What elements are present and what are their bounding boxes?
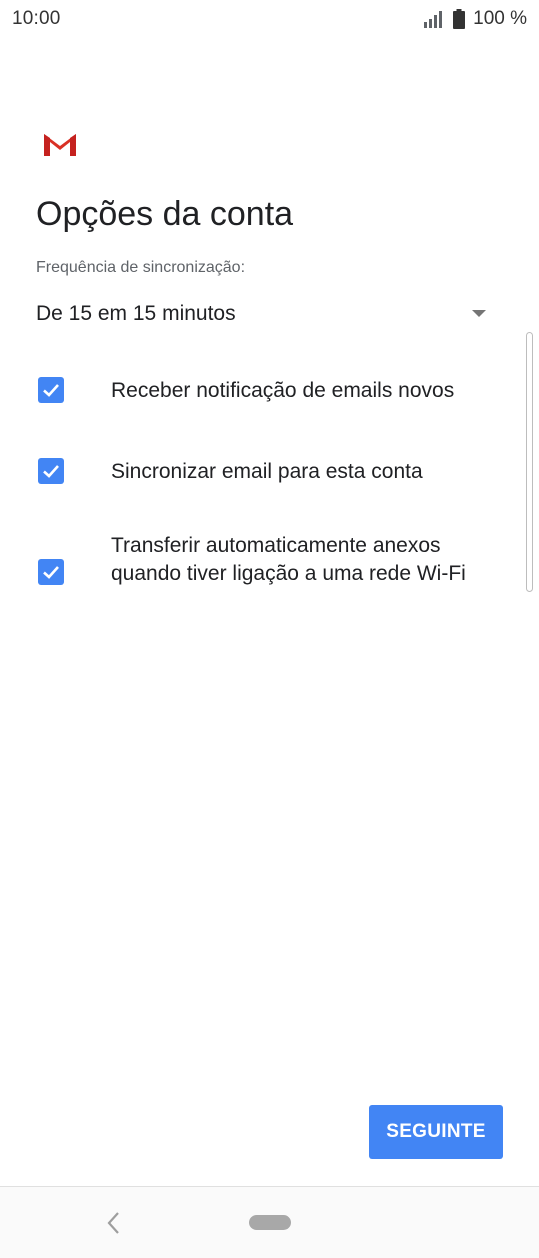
page-title: Opções da conta [36, 195, 294, 233]
sync-frequency-dropdown[interactable]: De 15 em 15 minutos [36, 296, 496, 336]
download-attachments-checkbox[interactable] [38, 559, 64, 585]
status-indicators: 100 % [423, 7, 527, 31]
checkmark-icon [43, 465, 59, 478]
checkmark-icon [43, 566, 59, 579]
sync-email-checkbox[interactable] [38, 458, 64, 484]
sync-email-label: Sincronizar email para esta conta [111, 460, 423, 483]
notify-new-emails-label: Receber notificação de emails novos [111, 379, 455, 402]
option-notify-new-emails[interactable]: Receber notificação de emails novos [36, 377, 506, 405]
battery-icon [453, 9, 466, 29]
checkmark-icon [43, 384, 59, 397]
battery-percentage: 100 % [473, 8, 527, 29]
status-bar: 10:00 100 % [0, 0, 539, 38]
dropdown-arrow-icon [472, 310, 486, 317]
sync-frequency-value: De 15 em 15 minutos [36, 302, 236, 325]
navigation-bar [0, 1186, 539, 1258]
back-icon[interactable] [104, 1209, 122, 1237]
next-button[interactable]: SEGUINTE [369, 1105, 503, 1159]
screen: 10:00 100 % Opções da conta Frequência d… [0, 0, 539, 1258]
status-time: 10:00 [12, 8, 61, 29]
notify-new-emails-checkbox[interactable] [38, 377, 64, 403]
scrollbar[interactable] [526, 332, 533, 592]
download-attachments-label: Transferir automaticamente anexos quando… [111, 534, 466, 585]
option-download-attachments[interactable]: Transferir automaticamente anexos quando… [36, 532, 506, 616]
signal-icon [424, 11, 443, 28]
sync-frequency-label: Frequência de sincronização: [36, 259, 246, 276]
option-sync-email[interactable]: Sincronizar email para esta conta [36, 458, 506, 486]
home-button[interactable] [249, 1215, 291, 1230]
gmail-logo-icon [44, 134, 76, 156]
